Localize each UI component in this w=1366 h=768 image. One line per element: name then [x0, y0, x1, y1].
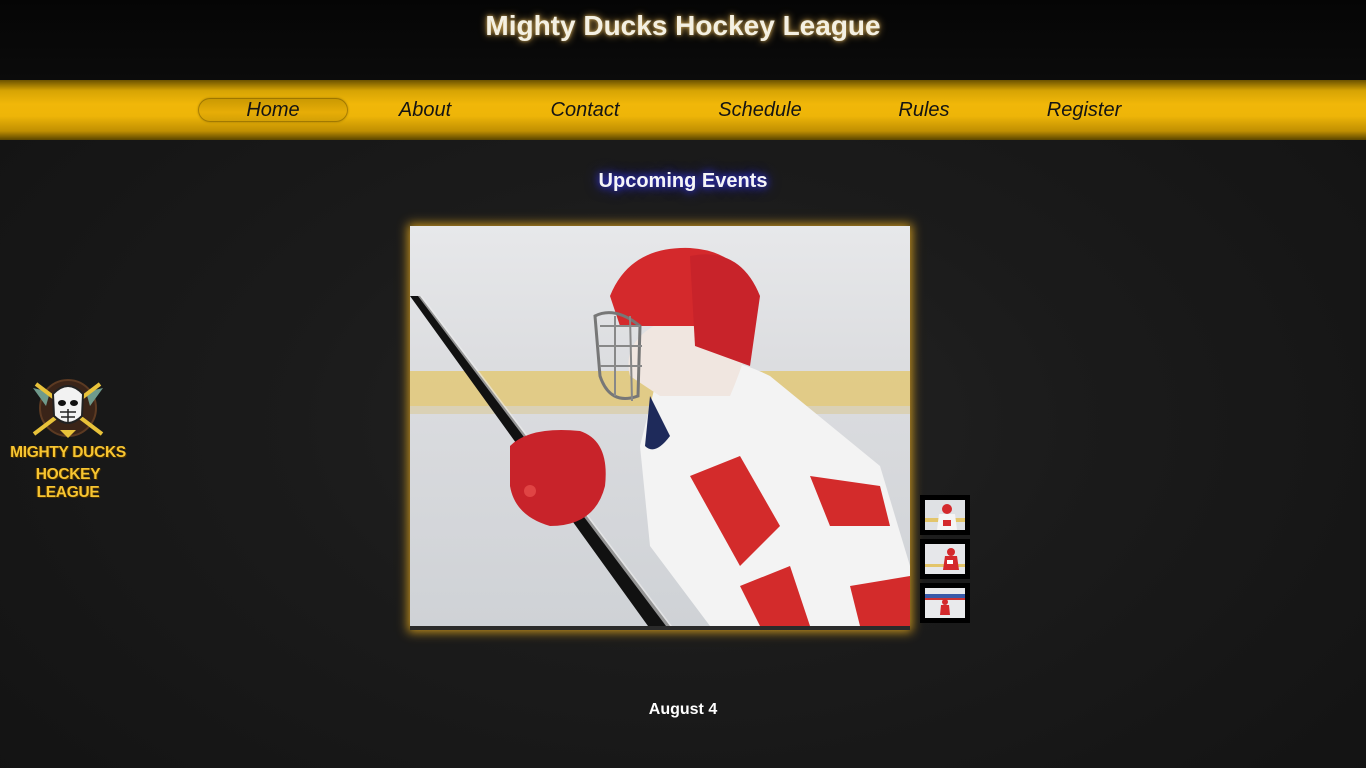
league-logo[interactable]: MIGHTY DUCKS HOCKEY LEAGUE	[6, 372, 130, 501]
event-slideshow[interactable]	[410, 226, 910, 630]
logo-text-line2: HOCKEY LEAGUE	[35, 466, 101, 501]
site-title: Mighty Ducks Hockey League	[485, 10, 881, 41]
goalie-mask-icon	[32, 379, 104, 438]
nav-schedule[interactable]: Schedule	[700, 98, 820, 122]
nav-register[interactable]: Register	[1030, 98, 1138, 122]
slide-thumbnail-3[interactable]	[920, 583, 970, 623]
nav-rules[interactable]: Rules	[885, 98, 963, 122]
slide-thumbnail-2[interactable]	[920, 539, 970, 579]
slide-thumbnail-1[interactable]	[920, 495, 970, 535]
event-date: August 4	[648, 701, 718, 718]
main-nav: Home About Contact Schedule Rules Regist…	[0, 80, 1366, 140]
nav-about[interactable]: About	[375, 98, 475, 122]
upcoming-events-heading: Upcoming Events	[598, 170, 768, 192]
nav-home[interactable]: Home	[198, 98, 348, 122]
nav-contact[interactable]: Contact	[530, 98, 640, 122]
logo-text-line1: MIGHTY DUCKS	[10, 444, 126, 461]
hockey-player-photo	[410, 226, 910, 626]
